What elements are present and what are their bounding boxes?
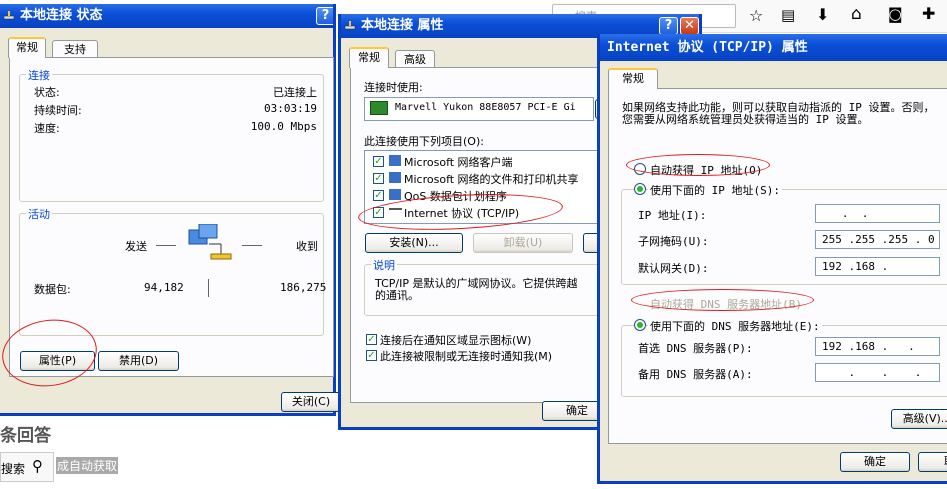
close-button[interactable]: ✕ <box>680 17 699 35</box>
gateway-label: 默认网关(D): <box>638 262 709 275</box>
use-dns-radio[interactable] <box>634 319 646 331</box>
download-icon[interactable]: ⬇ <box>816 5 829 24</box>
properties-title: 本地连接 属性 <box>361 18 444 33</box>
share-icon <box>389 172 401 183</box>
tcpip-window: Internet 协议 (TCP/IP) 属性 常规 如果网络支持此功能，则可以… <box>597 34 947 484</box>
ip-address-field[interactable]: . . <box>815 204 940 223</box>
annotation-circle-auto-ip <box>626 154 770 176</box>
description-group: 说明 TCP/IP 是默认的广域网协议。它提供跨越 的通讯。 <box>364 257 634 316</box>
show-icon-checkbox[interactable]: ✓ <box>366 334 377 345</box>
speed-label: 速度: <box>34 122 60 135</box>
status-title: 本地连接 状态 <box>20 8 103 23</box>
reading-list-icon[interactable]: ▤ <box>781 6 795 24</box>
description-line-2: 的通讯。 <box>375 289 419 302</box>
advanced-button[interactable]: 高级(V)... <box>891 409 947 429</box>
item-checkbox[interactable]: ✓ <box>373 156 384 167</box>
star-icon[interactable]: ☆ <box>749 6 763 25</box>
page-search-button[interactable]: 搜索 ⚲ <box>0 452 54 482</box>
help-button[interactable]: ? <box>316 7 333 25</box>
gateway-field[interactable]: 192 .168 . <box>815 257 940 276</box>
list-item[interactable]: Microsoft 网络客户端 <box>404 154 513 170</box>
dns1-label: 首选 DNS 服务器(P): <box>638 342 753 355</box>
connection-label: 连接 <box>26 67 52 83</box>
item-checkbox[interactable]: ✓ <box>373 173 384 184</box>
dns2-label: 备用 DNS 服务器(A): <box>638 368 753 381</box>
received-label: 收到 <box>296 240 318 253</box>
status-label: 状态: <box>34 86 60 99</box>
duration-value: 03:03:19 <box>264 102 317 115</box>
network-icon <box>3 11 15 20</box>
packets-received: 186,275 <box>280 281 327 294</box>
disable-button[interactable]: 禁用(D) <box>98 351 179 371</box>
connection-group: 连接 状态: 已连接上 持续时间: 03:03:19 速度: 100.0 Mbp… <box>19 67 324 202</box>
install-button[interactable]: 安装(N)... <box>365 233 463 253</box>
items-label: 此连接使用下列项目(O): <box>364 135 484 148</box>
show-icon-label: 连接后在通知区域显示图标(W) <box>380 334 532 347</box>
use-ip-radio[interactable] <box>634 183 646 195</box>
intro-line-2: 您需要从网络系统管理员处获得适当的 IP 设置。 <box>622 113 869 126</box>
tcpip-title: Internet 协议 (TCP/IP) 属性 <box>607 40 808 55</box>
packets-label: 数据包: <box>34 283 71 296</box>
speed-value: 100.0 Mbps <box>250 120 317 133</box>
activity-label: 活动 <box>26 206 52 222</box>
subnet-mask-field[interactable]: 255 .255 .255 . 0 <box>815 230 940 249</box>
tab-advanced[interactable]: 高级 <box>395 50 435 68</box>
packets-divider <box>208 279 209 297</box>
dns-group: 使用下面的 DNS 服务器地址(E): 首选 DNS 服务器(P): 192 .… <box>621 318 947 397</box>
adapter-name: Marvell Yukon 88E8057 PCI-E Gi <box>395 102 576 113</box>
list-item[interactable]: Microsoft 网络的文件和打印机共享 <box>404 171 579 187</box>
ip-group: 使用下面的 IP 地址(S): IP 地址(I): . . 子网掩码(U): 2… <box>621 182 947 285</box>
tab-general[interactable]: 常规 <box>608 68 658 89</box>
page-search-label: 搜索 <box>1 462 26 476</box>
packets-sent: 94,182 <box>144 281 184 294</box>
notify-label: 此连接被限制或无连接时通知我(M) <box>380 350 553 363</box>
sent-line <box>156 245 176 246</box>
answers-heading: 条回答 <box>0 426 51 446</box>
use-dns-label[interactable]: 使用下面的 DNS 服务器地址(E): <box>648 318 822 334</box>
preferred-dns-field[interactable]: 192 .168 . . <box>815 337 940 356</box>
connect-using-label: 连接时使用: <box>364 81 423 94</box>
tab-general[interactable]: 常规 <box>8 37 46 58</box>
sent-label: 发送 <box>125 240 147 253</box>
extension-icon[interactable]: ✚ <box>922 4 935 23</box>
mask-label: 子网掩码(U): <box>638 235 709 248</box>
notify-checkbox[interactable]: ✓ <box>366 350 377 361</box>
ip-label: IP 地址(I): <box>638 209 707 222</box>
home-icon[interactable]: ⌂ <box>851 4 862 24</box>
status-title-bar[interactable]: 本地连接 状态 ? <box>0 4 333 28</box>
uninstall-button: 卸载(U) <box>473 233 573 253</box>
ok-button[interactable]: 确定 <box>840 452 910 472</box>
close-button[interactable]: 关闭(C) <box>281 392 341 412</box>
network-activity-icon <box>188 224 232 260</box>
cancel-button[interactable]: 取 <box>918 452 947 472</box>
pocket-icon[interactable]: ◙ <box>888 5 903 23</box>
annotation-circle-auto-dns <box>631 289 814 311</box>
help-button[interactable]: ? <box>659 17 678 35</box>
adapter-field: Marvell Yukon 88E8057 PCI-E Gi <box>364 97 594 121</box>
tab-general[interactable]: 常规 <box>349 47 389 68</box>
qos-icon <box>389 189 401 200</box>
adapter-icon <box>370 101 388 115</box>
alternate-dns-field[interactable]: . . . <box>815 363 940 382</box>
tcpip-panel: 如果网络支持此功能，则可以获取自动指派的 IP 设置。否则， 您需要从网络系统管… <box>608 88 947 444</box>
duration-label: 持续时间: <box>34 104 82 117</box>
status-value: 已连接上 <box>273 86 317 99</box>
highlighted-text: 成自动获取 <box>56 457 119 474</box>
tab-support[interactable]: 支持 <box>52 40 98 58</box>
client-icon <box>389 155 401 166</box>
received-line <box>242 245 262 246</box>
search-icon: ⚲ <box>32 457 43 475</box>
network-icon <box>344 21 356 30</box>
description-label: 说明 <box>371 257 397 273</box>
activity-group: 活动 发送 收到 数据包: 94,182 186,275 <box>19 206 327 336</box>
item-checkbox[interactable]: ✓ <box>373 190 384 201</box>
use-ip-label[interactable]: 使用下面的 IP 地址(S): <box>648 182 782 198</box>
tcpip-title-bar[interactable]: Internet 协议 (TCP/IP) 属性 <box>600 34 947 61</box>
